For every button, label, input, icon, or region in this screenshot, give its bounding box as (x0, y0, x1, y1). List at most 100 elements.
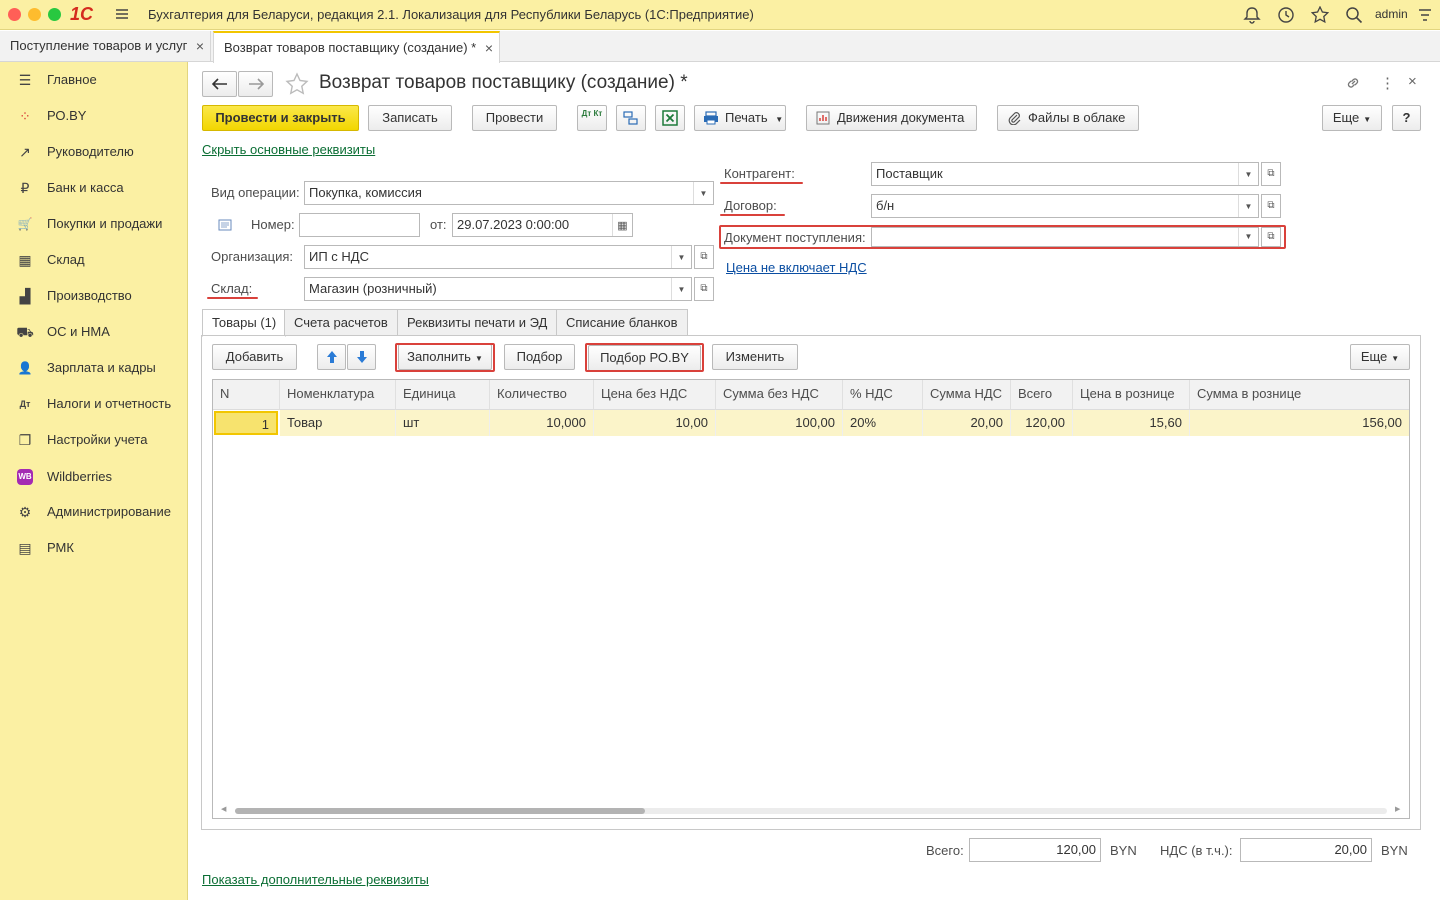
chevron-down-icon[interactable]: ▼ (1238, 163, 1258, 185)
table-cell[interactable]: 10,000 (490, 410, 594, 436)
search-icon[interactable] (1345, 6, 1363, 27)
sidebar-item-manager[interactable]: ↗ Руководителю (0, 136, 188, 168)
column-header[interactable]: Сумма без НДС (716, 380, 843, 410)
more-button[interactable]: Еще ▼ (1322, 105, 1382, 131)
tab-settlement-accounts[interactable]: Счета расчетов (284, 309, 398, 336)
sidebar-item-production[interactable]: ▟ Производство (0, 280, 188, 312)
number-input[interactable] (299, 213, 420, 237)
structure-button[interactable] (616, 105, 646, 131)
column-header[interactable]: Сумма в рознице (1190, 380, 1409, 410)
column-header[interactable]: Единица (396, 380, 490, 410)
sidebar-item-purchases-sales[interactable]: 🛒 Покупки и продажи (0, 208, 188, 240)
column-header[interactable]: Всего (1011, 380, 1073, 410)
hide-main-details-link[interactable]: Скрыть основные реквизиты (202, 142, 375, 157)
column-header[interactable]: Цена в рознице (1073, 380, 1190, 410)
move-up-button[interactable] (317, 344, 346, 370)
print-button[interactable]: Печать ▼ (694, 105, 786, 131)
sidebar-item-main[interactable]: ☰ Главное (0, 64, 188, 96)
table-cell[interactable]: 10,00 (594, 410, 716, 436)
post-button[interactable]: Провести (472, 105, 557, 131)
tab-print-details[interactable]: Реквизиты печати и ЭД (397, 309, 558, 336)
scroll-left-icon[interactable]: ◀ (221, 805, 226, 813)
receipt-document-select[interactable]: ▼ (871, 227, 1259, 247)
horizontal-scrollbar[interactable] (235, 808, 1387, 814)
post-and-close-button[interactable]: Провести и закрыть (202, 105, 359, 131)
contract-select[interactable]: б/н ▼ (871, 194, 1259, 218)
cloud-files-button[interactable]: Файлы в облаке (997, 105, 1139, 131)
column-header[interactable]: % НДС (843, 380, 923, 410)
show-additional-details-link[interactable]: Показать дополнительные реквизиты (202, 872, 429, 887)
sidebar-item-salary[interactable]: 👤 Зарплата и кадры (0, 352, 188, 384)
more-options-icon[interactable]: ⋮ (1380, 74, 1395, 92)
warehouse-select[interactable]: Магазин (розничный) ▼ (304, 277, 692, 301)
close-window-icon[interactable] (8, 8, 21, 21)
add-row-button[interactable]: Добавить (212, 344, 297, 370)
organization-select[interactable]: ИП с НДС ▼ (304, 245, 692, 269)
chevron-down-icon[interactable]: ▼ (1238, 195, 1258, 217)
back-button[interactable] (202, 71, 237, 97)
chevron-down-icon[interactable]: ▼ (1238, 228, 1258, 246)
favorite-star-icon[interactable] (285, 72, 309, 99)
scroll-right-icon[interactable]: ▶ (1395, 805, 1400, 813)
date-input[interactable]: 29.07.2023 0:00:00 ▦ (452, 213, 633, 237)
user-name[interactable]: admin (1375, 7, 1408, 21)
maximize-window-icon[interactable] (48, 8, 61, 21)
link-icon[interactable] (1345, 75, 1361, 94)
column-header[interactable]: Номенклатура (280, 380, 396, 410)
close-form-icon[interactable]: × (1408, 73, 1417, 90)
table-cell[interactable]: 20% (843, 410, 923, 436)
settings-menu-icon[interactable] (1417, 7, 1433, 26)
open-icon[interactable]: ⧉ (1261, 227, 1281, 247)
chevron-down-icon[interactable]: ▼ (693, 182, 713, 204)
calendar-icon[interactable]: ▦ (612, 214, 632, 236)
favorites-star-icon[interactable] (1310, 5, 1330, 27)
tab-goods-receipt[interactable]: Поступление товаров и услуг × (0, 31, 211, 62)
sidebar-item-warehouse[interactable]: ▦ Склад (0, 244, 188, 276)
sidebar-item-bank[interactable]: ₽ Банк и касса (0, 172, 188, 204)
table-cell[interactable]: 100,00 (716, 410, 843, 436)
open-icon[interactable]: ⧉ (1261, 162, 1281, 186)
operation-select[interactable]: Покупка, комиссия ▼ (304, 181, 714, 205)
column-header[interactable]: Количество (490, 380, 594, 410)
help-button[interactable]: ? (1392, 105, 1421, 131)
sidebar-item-rmk[interactable]: ▤ РМК (0, 532, 188, 564)
bell-icon[interactable] (1243, 6, 1261, 27)
menu-icon[interactable] (114, 6, 130, 22)
vat-mode-link[interactable]: Цена не включает НДС (726, 260, 867, 275)
sidebar-item-roby[interactable]: ⁘ РО.BY (0, 100, 188, 132)
table-cell[interactable]: 1 (214, 411, 278, 435)
counterparty-select[interactable]: Поставщик ▼ (871, 162, 1259, 186)
close-tab-icon[interactable]: × (196, 31, 204, 61)
open-icon[interactable]: ⧉ (694, 245, 714, 269)
sidebar-item-fixed-assets[interactable]: ⛟ ОС и НМА (0, 316, 188, 348)
chevron-down-icon[interactable]: ▼ (671, 246, 691, 268)
sidebar-item-wildberries[interactable]: WB Wildberries (0, 461, 188, 493)
column-header[interactable]: Цена без НДС (594, 380, 716, 410)
column-header[interactable]: Сумма НДС (923, 380, 1011, 410)
open-icon[interactable]: ⧉ (1261, 194, 1281, 218)
open-icon[interactable]: ⧉ (694, 277, 714, 301)
minimize-window-icon[interactable] (28, 8, 41, 21)
change-button[interactable]: Изменить (712, 344, 798, 370)
sidebar-item-admin[interactable]: ⚙ Администрирование (0, 496, 188, 528)
save-button[interactable]: Записать (368, 105, 452, 131)
move-down-button[interactable] (347, 344, 376, 370)
tab-blank-writeoff[interactable]: Списание бланков (556, 309, 688, 336)
tab-return-to-supplier[interactable]: Возврат товаров поставщику (создание) * … (213, 31, 500, 63)
excel-button[interactable] (655, 105, 685, 131)
pick-button[interactable]: Подбор (504, 344, 575, 370)
dt-kt-button[interactable]: Дт Кт (577, 105, 607, 131)
tab-goods[interactable]: Товары (1) (202, 309, 287, 337)
sidebar-item-settings[interactable]: ❐ Настройки учета (0, 424, 188, 456)
sidebar-item-taxes[interactable]: Дт Налоги и отчетность (0, 388, 188, 420)
forward-button[interactable] (238, 71, 273, 97)
chevron-down-icon[interactable]: ▼ (671, 278, 691, 300)
table-cell[interactable]: 20,00 (923, 410, 1011, 436)
column-header[interactable]: N (213, 380, 280, 410)
table-cell[interactable]: 15,60 (1073, 410, 1190, 436)
table-more-button[interactable]: Еще ▼ (1350, 344, 1410, 370)
table-cell[interactable]: Товар (280, 410, 396, 436)
table-cell[interactable]: 156,00 (1190, 410, 1409, 436)
table-cell[interactable]: шт (396, 410, 490, 436)
close-tab-icon[interactable]: × (485, 33, 493, 63)
